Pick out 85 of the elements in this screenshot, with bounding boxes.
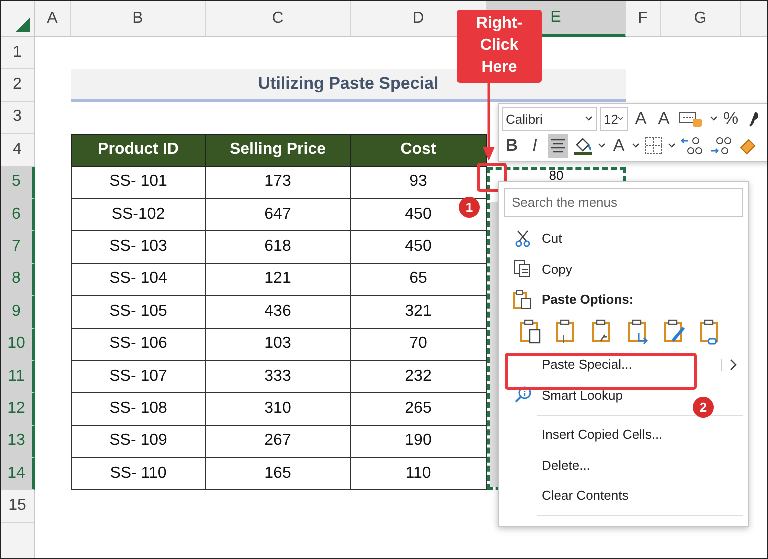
- caret-icon: [585, 116, 593, 122]
- align-center-icon: [550, 139, 566, 153]
- column-header[interactable]: B: [71, 1, 206, 37]
- table-cell: 232: [350, 360, 487, 394]
- scissors-icon: [515, 230, 531, 248]
- table-cell: SS- 108: [71, 393, 206, 426]
- row-header[interactable]: 3: [1, 102, 35, 134]
- row-header[interactable]: 15: [1, 490, 35, 523]
- decrease-decimal-icon: [710, 136, 732, 156]
- copy-icon: [514, 260, 532, 278]
- chevron-right-icon: [730, 358, 737, 371]
- menu-item[interactable]: Clear Contents: [542, 488, 629, 504]
- font-button[interactable]: A: [609, 134, 629, 158]
- menu-item[interactable]: Smart Lookup: [542, 388, 623, 403]
- italic-button[interactable]: I: [525, 134, 545, 158]
- table-cell: SS- 104: [71, 264, 206, 296]
- caret-icon: [618, 116, 624, 122]
- row-header[interactable]: 6: [1, 198, 35, 232]
- table-cell: SS- 101: [71, 166, 206, 199]
- column-header[interactable]: G: [661, 1, 741, 37]
- row-header[interactable]: 14: [1, 458, 35, 490]
- caret-icon: [598, 143, 606, 149]
- font-size-dropdown[interactable]: 12: [600, 107, 628, 131]
- search-field[interactable]: Search the menus: [504, 188, 743, 217]
- row-header[interactable]: 12: [1, 393, 35, 426]
- menu-item[interactable]: Delete...: [542, 458, 590, 473]
- row-header[interactable]: 2: [1, 69, 35, 102]
- row-header[interactable]: 8: [1, 264, 35, 296]
- fill-color-icon: [573, 136, 593, 156]
- table-cell: 267: [205, 426, 351, 458]
- align-button[interactable]: [548, 134, 568, 158]
- table-header-cell: Cost: [350, 134, 487, 167]
- increase-decimal-icon: [681, 136, 703, 156]
- font-button[interactable]: A: [654, 107, 674, 131]
- paste-transpose-icon[interactable]: [627, 319, 651, 346]
- table-cell: SS- 110: [71, 458, 206, 490]
- step-badge: 1: [459, 197, 480, 218]
- table-cell: SS- 109: [71, 426, 206, 458]
- menu-item[interactable]: Cut: [542, 231, 562, 246]
- table-header-cell: Selling Price: [205, 134, 351, 167]
- table-cell: 110: [350, 458, 487, 490]
- row-header[interactable]: 11: [1, 360, 35, 394]
- bold-button[interactable]: B: [502, 134, 522, 158]
- table-cell: SS- 107: [71, 360, 206, 394]
- caret-icon: [710, 116, 718, 122]
- table-cell: SS-102: [71, 198, 206, 232]
- table-cell: 65: [350, 264, 487, 296]
- cell-value: 80: [549, 170, 564, 185]
- table-cell: 103: [205, 328, 351, 361]
- borders-icon: [645, 137, 663, 155]
- menu-section-title: Paste Options:: [542, 292, 634, 308]
- row-header[interactable]: 10: [1, 328, 35, 361]
- table-cell: 265: [350, 393, 487, 426]
- row-header[interactable]: 1: [1, 37, 35, 70]
- row-header[interactable]: 13: [1, 426, 35, 458]
- font-button[interactable]: %: [721, 107, 741, 131]
- caret-icon: [632, 143, 640, 149]
- menu-item[interactable]: Copy: [542, 262, 572, 277]
- table-cell: 190: [350, 426, 487, 458]
- table-header-cell: Product ID: [71, 134, 206, 167]
- font-button[interactable]: A: [631, 107, 651, 131]
- table-cell: 70: [350, 328, 487, 361]
- row-header[interactable]: 5: [1, 166, 35, 199]
- table-cell: 121: [205, 264, 351, 296]
- caret-icon: [668, 143, 676, 149]
- clipboard-icon: [513, 290, 533, 310]
- menu-item[interactable]: Insert Copied Cells...: [542, 427, 663, 442]
- row-header[interactable]: 4: [1, 134, 35, 167]
- font-dropdown[interactable]: Calibri: [502, 107, 597, 131]
- number-format-icon: [679, 110, 705, 128]
- select-all-icon: [16, 18, 30, 32]
- row-header[interactable]: 7: [1, 231, 35, 264]
- table-cell: SS- 106: [71, 328, 206, 361]
- table-cell: SS- 105: [71, 296, 206, 329]
- row-header[interactable]: 9: [1, 296, 35, 329]
- menu-item[interactable]: Paste Special...: [542, 357, 632, 372]
- table-cell: 173: [205, 166, 351, 199]
- column-header[interactable]: F: [626, 1, 661, 37]
- table-cell: 321: [350, 296, 487, 329]
- column-header[interactable]: C: [206, 1, 351, 37]
- column-header[interactable]: A: [35, 1, 71, 37]
- paste-icon[interactable]: [519, 319, 543, 346]
- table-cell: 450: [350, 231, 487, 264]
- table-cell: SS- 103: [71, 231, 206, 264]
- table-cell: 93: [350, 166, 487, 199]
